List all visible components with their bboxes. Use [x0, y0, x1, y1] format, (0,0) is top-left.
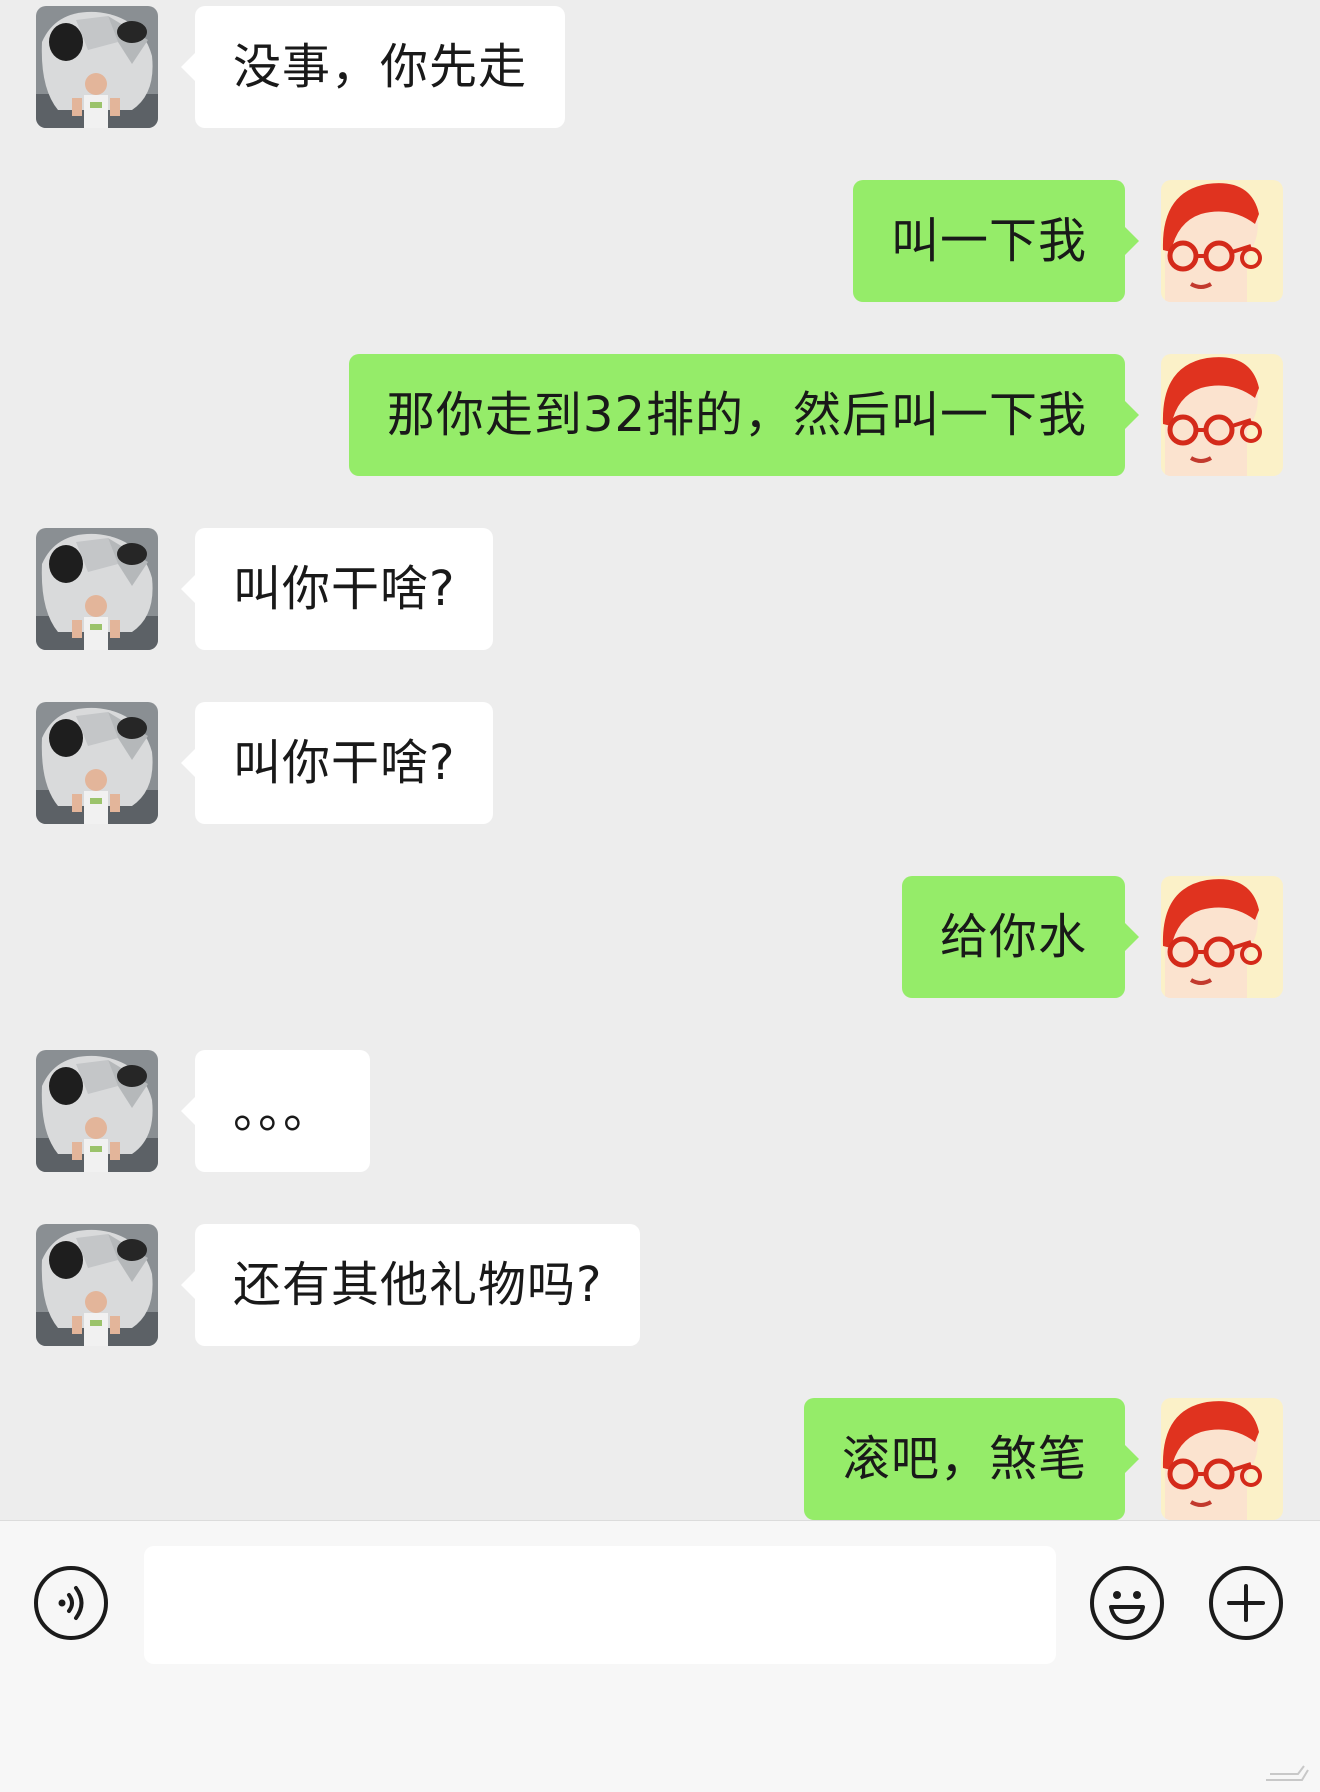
- message-row-incoming: 没事，你先走: [0, 6, 1320, 128]
- message-text: 叫你干啥?: [233, 561, 456, 617]
- emoji-button[interactable]: [1090, 1566, 1164, 1640]
- message-text: 那你走到32排的，然后叫一下我: [386, 387, 1087, 443]
- message-text: 滚吧，煞笔: [841, 1431, 1087, 1487]
- my-avatar[interactable]: [1161, 876, 1283, 998]
- panda-sculpture-avatar-icon: [36, 1224, 158, 1346]
- plus-icon: [1227, 1584, 1265, 1622]
- message-text: 叫你干啥?: [233, 735, 456, 791]
- my-avatar[interactable]: [1161, 354, 1283, 476]
- message-bubble[interactable]: 给你水: [901, 876, 1140, 998]
- my-avatar[interactable]: [1161, 180, 1283, 302]
- message-row-incoming: 。。。: [0, 1050, 1320, 1172]
- message-row-outgoing: 给你水: [0, 876, 1320, 998]
- chat-message-list[interactable]: 没事，你先走 叫一下我 那你走到32排的，然后叫一下我 叫你干啥? 叫你干啥? …: [0, 0, 1320, 1520]
- message-input[interactable]: [144, 1546, 1056, 1664]
- message-bubble[interactable]: 那你走到32排的，然后叫一下我: [348, 354, 1140, 476]
- message-row-outgoing: 那你走到32排的，然后叫一下我: [0, 354, 1320, 476]
- message-bubble[interactable]: 。。。: [180, 1050, 371, 1172]
- message-row-incoming: 叫你干啥?: [0, 528, 1320, 650]
- message-text: 还有其他礼物吗?: [233, 1257, 603, 1313]
- message-row-outgoing: 叫一下我: [0, 180, 1320, 302]
- message-bubble[interactable]: 还有其他礼物吗?: [180, 1224, 641, 1346]
- contact-avatar[interactable]: [36, 528, 158, 650]
- emoji-icon: [1109, 1591, 1145, 1624]
- message-text: 叫一下我: [890, 213, 1087, 269]
- message-row-incoming: 还有其他礼物吗?: [0, 1224, 1320, 1346]
- message-text: 没事，你先走: [233, 39, 528, 95]
- contact-avatar[interactable]: [36, 6, 158, 128]
- contact-avatar[interactable]: [36, 1224, 158, 1346]
- panda-sculpture-avatar-icon: [36, 528, 158, 650]
- message-bubble[interactable]: 叫你干啥?: [180, 528, 494, 650]
- contact-avatar[interactable]: [36, 702, 158, 824]
- red-hair-glasses-cartoon-avatar-icon: [1161, 354, 1283, 476]
- message-row-incoming: 叫你干啥?: [0, 702, 1320, 824]
- message-text: 。。。: [233, 1083, 333, 1139]
- panda-sculpture-avatar-icon: [36, 1050, 158, 1172]
- red-hair-glasses-cartoon-avatar-icon: [1161, 180, 1283, 302]
- panda-sculpture-avatar-icon: [36, 702, 158, 824]
- message-text: 给你水: [939, 909, 1087, 965]
- voice-input-button[interactable]: [34, 1566, 108, 1640]
- more-actions-button[interactable]: [1209, 1566, 1283, 1640]
- red-hair-glasses-cartoon-avatar-icon: [1161, 876, 1283, 998]
- contact-avatar[interactable]: [36, 1050, 158, 1172]
- voice-icon: [58, 1586, 84, 1620]
- message-row-outgoing: 滚吧，煞笔: [0, 1398, 1320, 1520]
- red-hair-glasses-cartoon-avatar-icon: [1161, 1398, 1283, 1520]
- message-bubble[interactable]: 滚吧，煞笔: [803, 1398, 1140, 1520]
- message-bubble[interactable]: 叫你干啥?: [180, 702, 494, 824]
- message-bubble[interactable]: 叫一下我: [852, 180, 1140, 302]
- panda-sculpture-avatar-icon: [36, 6, 158, 128]
- watermark-icon: [1266, 1765, 1309, 1781]
- message-bubble[interactable]: 没事，你先走: [180, 6, 566, 128]
- my-avatar[interactable]: [1161, 1398, 1283, 1520]
